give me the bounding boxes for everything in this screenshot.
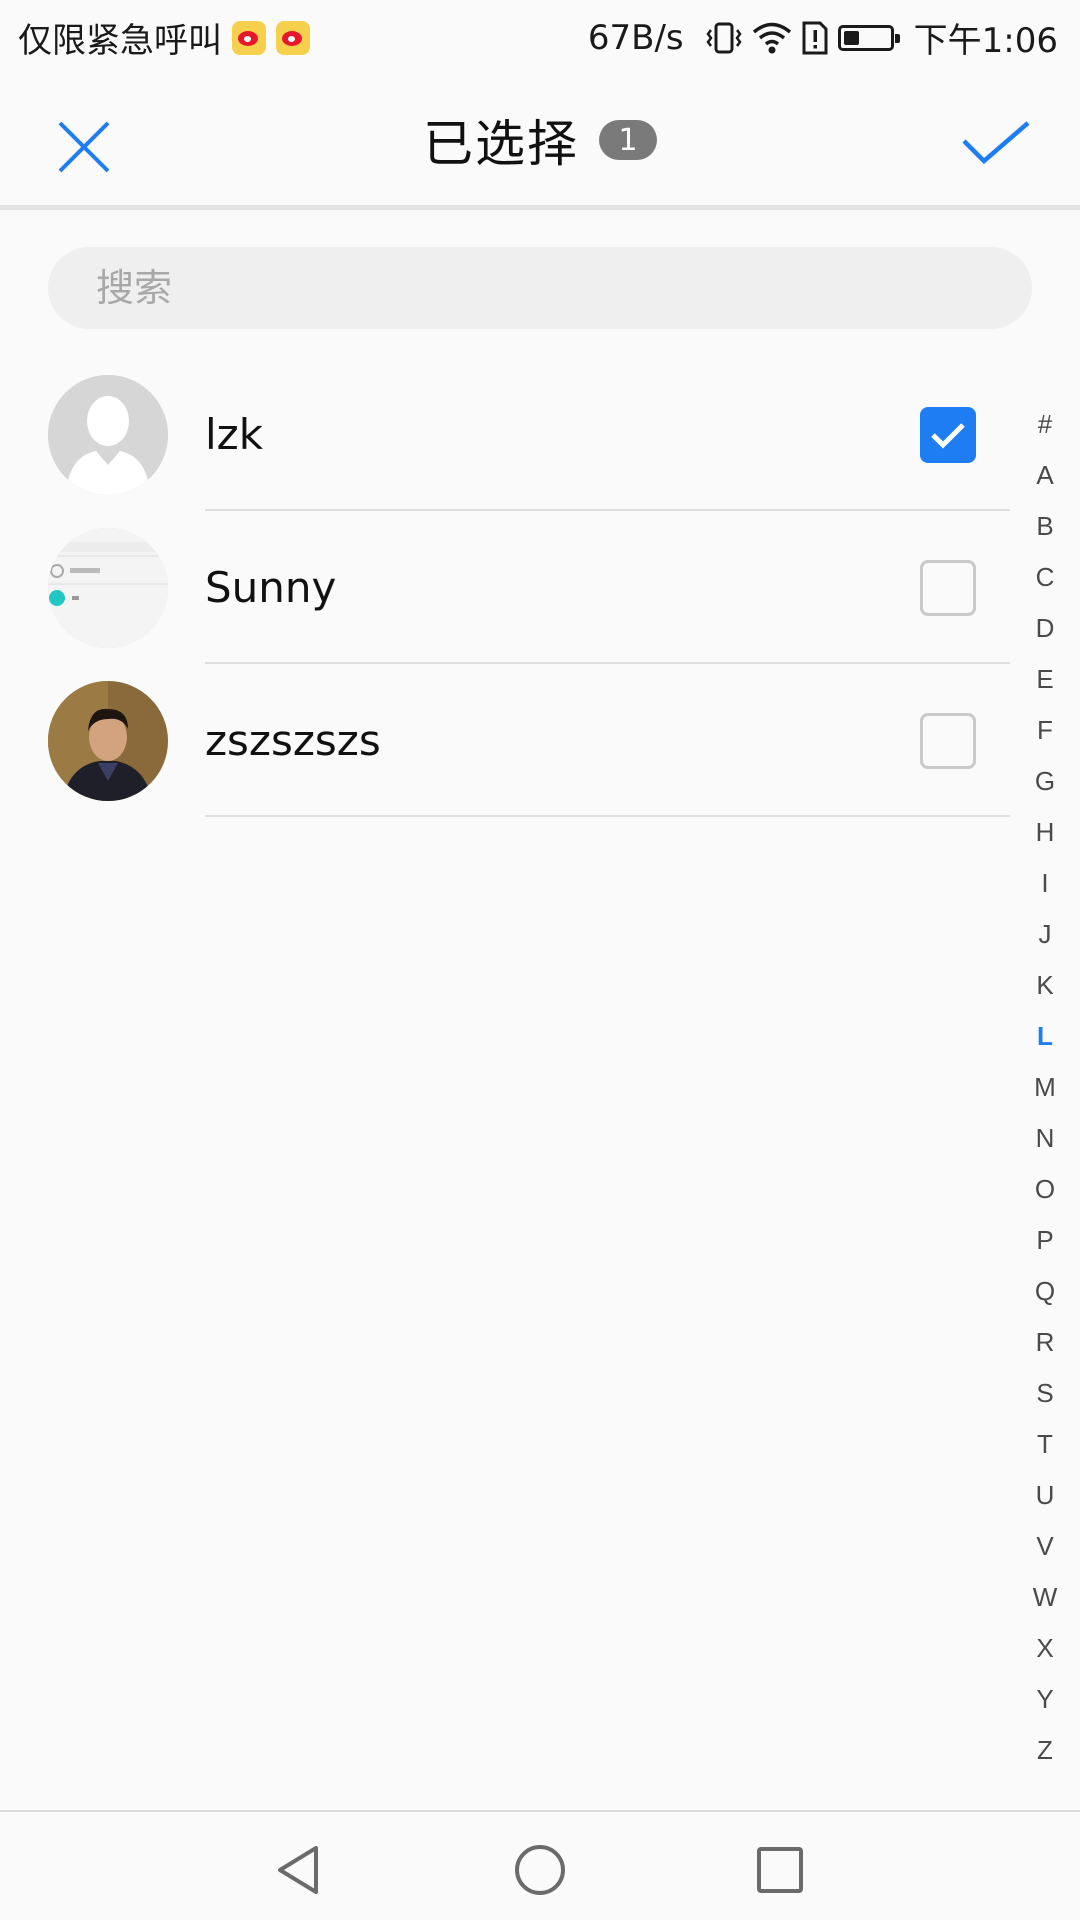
alphabet-letter[interactable]: C (1022, 551, 1068, 602)
alphabet-index[interactable]: # A B C D E F G H I J K L M N O P Q R S T U V W X Y Z (1022, 398, 1068, 1775)
battery-level (843, 30, 859, 45)
contact-row[interactable]: zszszszs (0, 664, 1010, 817)
status-bar: 仅限紧急呼叫 67B/s 下午1:06 (0, 0, 1080, 75)
alphabet-letter[interactable]: K (1022, 959, 1068, 1010)
back-button[interactable] (272, 1842, 328, 1898)
alphabet-letter[interactable]: I (1022, 857, 1068, 908)
alphabet-letter[interactable]: X (1022, 1622, 1068, 1673)
contact-checkbox[interactable] (920, 407, 976, 463)
alphabet-letter[interactable]: N (1022, 1112, 1068, 1163)
search-bar[interactable] (48, 247, 1032, 329)
alphabet-letter[interactable]: E (1022, 653, 1068, 704)
alphabet-letter[interactable]: J (1022, 908, 1068, 959)
page-title: 已选择 (423, 115, 579, 173)
default-avatar (48, 375, 168, 495)
home-button[interactable] (512, 1842, 568, 1898)
photo-avatar (48, 681, 168, 801)
checkmark-icon (931, 423, 965, 449)
alphabet-letter[interactable]: O (1022, 1163, 1068, 1214)
alphabet-letter[interactable]: L (1022, 1010, 1068, 1061)
alphabet-letter[interactable]: P (1022, 1214, 1068, 1265)
contact-name: zszszszs (205, 716, 381, 765)
wifi-icon (752, 21, 792, 55)
alphabet-letter[interactable]: S (1022, 1367, 1068, 1418)
title-bar: 已选择 1 (0, 75, 1080, 210)
clock: 下午1:06 (913, 21, 1058, 61)
weibo-icon (276, 20, 310, 55)
screen: 仅限紧急呼叫 67B/s 下午1:06 已选择 1 搜索 lzk Sunny z… (0, 0, 1080, 1920)
title-group: 已选择 1 (0, 75, 1080, 205)
alphabet-letter[interactable]: R (1022, 1316, 1068, 1367)
alphabet-letter[interactable]: # (1022, 398, 1068, 449)
alphabet-letter[interactable]: T (1022, 1418, 1068, 1469)
contact-checkbox[interactable] (920, 713, 976, 769)
check-icon (962, 121, 1030, 165)
alphabet-letter[interactable]: Z (1022, 1724, 1068, 1775)
recents-button[interactable] (752, 1842, 808, 1898)
alphabet-letter[interactable]: F (1022, 704, 1068, 755)
alphabet-letter[interactable]: W (1022, 1571, 1068, 1622)
alphabet-letter[interactable]: U (1022, 1469, 1068, 1520)
contact-name: Sunny (205, 563, 337, 612)
vibrate-icon (706, 20, 742, 56)
selected-count-badge: 1 (599, 120, 657, 160)
contact-row[interactable]: lzk (0, 358, 1010, 511)
alphabet-letter[interactable]: D (1022, 602, 1068, 653)
contact-checkbox[interactable] (920, 560, 976, 616)
net-speed: 67B/s (587, 17, 684, 58)
alphabet-letter[interactable]: Y (1022, 1673, 1068, 1724)
alphabet-letter[interactable]: Q (1022, 1265, 1068, 1316)
contact-list: lzk Sunny zszszszs (0, 358, 1010, 817)
alphabet-letter[interactable]: B (1022, 500, 1068, 551)
search-input[interactable] (96, 266, 896, 310)
sim-alert-icon (802, 21, 828, 55)
back-triangle-icon (278, 1846, 318, 1894)
home-circle-icon (515, 1845, 565, 1895)
screenshot-avatar (48, 528, 168, 648)
row-divider (205, 815, 1010, 817)
confirm-button[interactable] (958, 111, 1034, 177)
navigation-bar (0, 1810, 1080, 1920)
weibo-icon (232, 20, 266, 55)
recents-square-icon (757, 1847, 803, 1893)
alphabet-letter[interactable]: G (1022, 755, 1068, 806)
alphabet-letter[interactable]: V (1022, 1520, 1068, 1571)
alphabet-letter[interactable]: H (1022, 806, 1068, 857)
close-button[interactable] (50, 113, 120, 183)
contact-row[interactable]: Sunny (0, 511, 1010, 664)
battery-icon (837, 24, 900, 51)
carrier-text: 仅限紧急呼叫 (18, 21, 222, 61)
alphabet-letter[interactable]: M (1022, 1061, 1068, 1112)
alphabet-letter[interactable]: A (1022, 449, 1068, 500)
contact-name: lzk (205, 410, 264, 459)
close-icon (58, 121, 110, 173)
